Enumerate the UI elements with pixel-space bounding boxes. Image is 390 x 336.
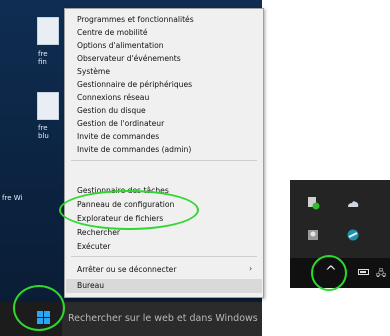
menu-item-search[interactable]: Rechercher [77,228,120,240]
menu-item-system[interactable]: Système [77,67,110,79]
desktop-icon-label: fre fin [38,50,48,66]
menu-item-event-viewer[interactable]: Observateur d'événements [77,54,181,66]
desktop-icon-label-line: fre [38,50,48,58]
tray-caret-highlight-circle [311,255,347,291]
menu-item-network-connections[interactable]: Connexions réseau [77,93,149,105]
user-app-icon[interactable] [306,228,320,242]
app-tray-icon[interactable] [346,228,360,242]
menu-separator [71,160,257,161]
menu-item-device-manager[interactable]: Gestionnaire de périphériques [77,80,192,92]
menu-item-run[interactable]: Exécuter [77,242,111,254]
start-button-highlight-circle [13,285,65,331]
menu-item-command-prompt-admin[interactable]: Invite de commandes (admin) [77,145,191,157]
security-shield-icon[interactable] [306,196,320,210]
battery-icon[interactable] [358,269,369,275]
desktop-icon-label-line: fre Wi [2,194,23,202]
menu-separator [71,256,257,257]
network-icon[interactable]: 🖧 [376,266,386,282]
desktop-icon-label: fre Wi [2,194,22,202]
notification-overflow-popup [290,180,390,270]
desktop-icon-label-line: blu [38,132,49,140]
control-panel-highlight-circle [59,190,199,230]
desktop-file-icon[interactable] [37,17,59,45]
cloud-icon[interactable] [346,197,360,211]
menu-item-mobility-center[interactable]: Centre de mobilité [77,28,148,40]
submenu-chevron-icon: › [249,264,253,273]
menu-item-desktop[interactable]: Bureau [77,281,104,293]
desktop-file-icon[interactable] [37,92,59,120]
desktop-icon-label-line: fre [38,124,48,132]
menu-item-computer-management[interactable]: Gestion de l'ordinateur [77,119,164,131]
desktop-icon-label: fre blu [38,124,49,140]
desktop-icon-label-line: fin [38,58,47,66]
winx-context-menu: Programmes et fonctionnalités Centre de … [59,8,264,298]
menu-item-shutdown-signout[interactable]: Arrêter ou se déconnecter [77,265,176,277]
menu-item-command-prompt[interactable]: Invite de commandes [77,132,159,144]
taskbar-search-box[interactable]: Rechercher sur le web et dans Windows [62,302,262,336]
menu-item-power-options[interactable]: Options d'alimentation [77,41,164,53]
menu-item-programs-features[interactable]: Programmes et fonctionnalités [77,15,194,27]
menu-item-disk-management[interactable]: Gestion du disque [77,106,146,118]
